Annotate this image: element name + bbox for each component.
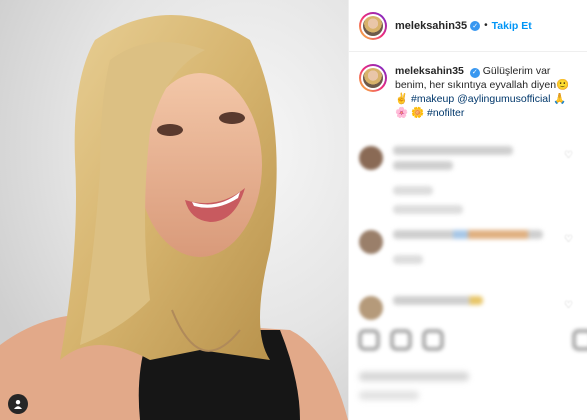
post-footer [359,372,577,400]
comment-like-icon[interactable]: ♡ [564,234,573,245]
comment-avatar[interactable] [359,296,383,320]
mention-link[interactable]: @aylingumusofficial [457,93,550,105]
comment-icon[interactable] [391,330,411,350]
verified-badge-icon: ✓ [470,20,481,31]
victory-hand-emoji: ✌ [395,93,409,105]
comment-like-icon[interactable]: ♡ [564,150,573,161]
author-username[interactable]: meleksahin35 [395,20,467,32]
comment-meta-blurred [393,255,423,264]
post-caption: meleksahin35 ✓ Gülüşlerim var benim, her… [349,52,587,120]
hashtag-makeup-link[interactable]: #makeup [411,93,454,105]
comment-text-blurred [393,296,483,305]
comment-avatar[interactable] [359,230,383,254]
comment-item [359,296,483,320]
flower-emoji: 🌼 [411,107,425,119]
pray-emoji: 🙏 [553,93,567,105]
timestamp-blurred [359,391,419,400]
user-tag-icon[interactable] [8,394,28,414]
smile-emoji: 🙂 [556,79,570,91]
post-actions [359,330,587,350]
portrait-image [0,0,348,420]
flower-emoji: 🌸 [395,107,409,119]
comment-text-blurred [393,146,513,155]
like-icon[interactable] [359,330,379,350]
comment-text-blurred [393,230,543,239]
comment-item [359,146,513,214]
likes-text-blurred [359,372,469,381]
share-icon[interactable] [423,330,443,350]
follow-button[interactable]: Takip Et [492,20,532,32]
comment-text-blurred [393,161,453,170]
post-photo[interactable] [0,0,348,420]
post-side-panel: meleksahin35 ✓ • Takip Et meleksahin35 ✓… [348,0,587,420]
comment-item [359,230,543,264]
comment-meta-blurred [393,186,433,195]
separator-dot: • [484,20,488,31]
comment-like-icon[interactable]: ♡ [564,300,573,311]
caption-username[interactable]: meleksahin35 [395,65,464,77]
post-header: meleksahin35 ✓ • Takip Et [349,0,587,52]
comment-meta-blurred [393,205,463,214]
comment-avatar[interactable] [359,146,383,170]
save-icon[interactable] [573,330,587,350]
caption-avatar[interactable] [359,64,387,92]
verified-badge-icon: ✓ [469,68,480,78]
hashtag-nofilter-link[interactable]: #nofilter [427,107,464,119]
author-avatar[interactable] [359,11,387,40]
caption-text: meleksahin35 ✓ Gülüşlerim var benim, her… [395,64,577,120]
